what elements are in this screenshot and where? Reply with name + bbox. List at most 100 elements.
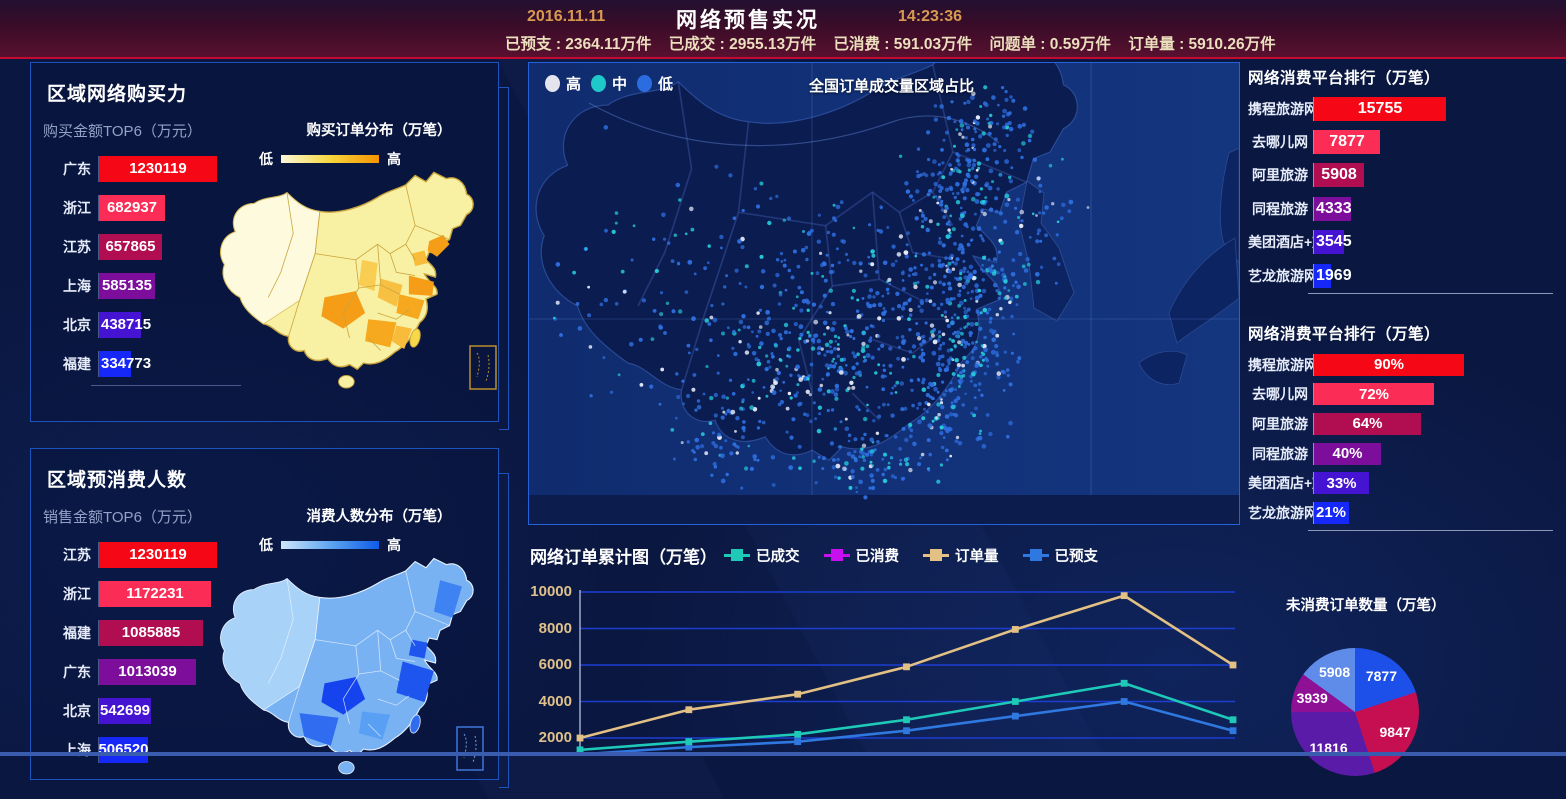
bar-track: 21% <box>1313 502 1566 524</box>
stat-value: 0.59万件 <box>1050 36 1111 53</box>
bar-value-label: 90% <box>1374 356 1404 373</box>
legend-item[interactable]: 已成交 <box>724 545 800 566</box>
bar: 585135 <box>99 273 155 299</box>
stat-label: 已消费 <box>833 36 880 53</box>
legend-item[interactable]: 已预支 <box>1023 545 1099 566</box>
stat-value: 2364.11万件 <box>565 36 651 53</box>
bar-value-label: 7877 <box>1329 133 1365 151</box>
bar-value-label: 657865 <box>105 238 155 255</box>
bar: 64% <box>1314 413 1421 435</box>
bar-value-label: 15755 <box>1358 100 1403 118</box>
bar-row: 美团酒店+旅游 33% <box>1248 468 1566 498</box>
bar-value-label: 682937 <box>107 199 157 216</box>
stat-label: 问题单 <box>989 36 1036 53</box>
legend-dot-icon <box>591 75 606 92</box>
panel-platform-rank-value: 网络消费平台排行（万笔） 携程旅游网 15755 去哪儿网 7877 <box>1248 62 1566 318</box>
legend-label: 已消费 <box>856 545 900 566</box>
bar-category-label: 上海 <box>37 740 98 760</box>
bar-value-label: 334773 <box>101 355 151 372</box>
bar-value-label: 1969 <box>1316 267 1352 285</box>
bar-category-label: 浙江 <box>37 584 98 604</box>
line-chart-title: 网络订单累计图（万笔） <box>530 543 717 568</box>
pie-slice-label: 9847 <box>1380 724 1411 740</box>
panel-subtitle: 销售金额TOP6（万元） <box>43 506 202 527</box>
map-subtitle: 购买订单分布（万笔） <box>259 119 499 140</box>
bar-category-label: 携程旅游网 <box>1248 99 1313 119</box>
bar-row: 同程旅游 4333 <box>1248 192 1566 225</box>
bar-track: 1969 <box>1313 264 1566 288</box>
bar-chart-platform-value: 携程旅游网 15755 去哪儿网 7877 阿里旅游 <box>1248 92 1566 292</box>
panel-national-order-map: 高 中 低 全国订单成交量区域占比 <box>528 62 1240 525</box>
bar-category-label: 北京 <box>37 315 98 335</box>
bar: 1230119 <box>99 542 217 568</box>
scatter-map <box>529 63 1239 524</box>
bar-value-label: 64% <box>1352 415 1382 432</box>
bar: 334773 <box>99 351 131 377</box>
south-sea-inset <box>456 726 484 771</box>
bar-value-label: 4333 <box>1316 200 1352 218</box>
bar-category-label: 美团酒店+旅游 <box>1248 473 1313 493</box>
legend-item[interactable]: 低 <box>637 73 673 94</box>
header-time: 14:23:36 <box>898 8 962 26</box>
bar-category-label: 上海 <box>37 276 98 296</box>
bar: 1969 <box>1314 264 1331 288</box>
south-sea-inset <box>469 345 497 390</box>
bar-category-label: 去哪儿网 <box>1248 384 1313 404</box>
bar-category-label: 阿里旅游 <box>1248 414 1313 434</box>
bar-track: 7877 <box>1313 130 1566 154</box>
panel-title: 区域预消费人数 <box>47 465 187 492</box>
stat-value: 2955.13万件 <box>729 36 816 53</box>
legend-item[interactable]: 订单量 <box>923 545 999 566</box>
bar-value-label: 40% <box>1332 445 1362 462</box>
bar-track: 33% <box>1313 472 1566 494</box>
panel-unconsumed-orders: 未消费订单数量（万笔） 787798471181639395908 <box>1248 560 1566 756</box>
bar-category-label: 广东 <box>37 662 98 682</box>
bar-value-label: 585135 <box>102 277 152 294</box>
bar: 5908 <box>1314 163 1364 187</box>
legend-item[interactable]: 中 <box>591 73 627 94</box>
map-subtitle: 消费人数分布（万笔） <box>259 505 499 526</box>
bar-track: 3545 <box>1313 230 1566 254</box>
bar-value-label: 21% <box>1316 504 1346 521</box>
panel-order-accumulation: 网络订单累计图（万笔） 已成交 已消费 订单量 已预支 100008000600… <box>528 535 1238 756</box>
bar-value-label: 1172231 <box>126 585 184 602</box>
bar-row: 美团酒店+旅游 3545 <box>1248 226 1566 259</box>
bar-track: 72% <box>1313 383 1566 405</box>
panel-title: 网络消费平台排行（万笔） <box>1248 322 1440 344</box>
bar-row: 去哪儿网 7877 <box>1248 125 1566 158</box>
legend-dot-icon <box>637 75 652 92</box>
pie-slice-label: 5908 <box>1319 664 1350 680</box>
bar: 438715 <box>99 312 141 338</box>
stat-label: 已预支 <box>505 36 552 53</box>
legend-dot-icon <box>545 75 560 92</box>
header-stat: 订单量 : 5910.26万件 <box>1128 36 1275 53</box>
bar-value-label: 1013039 <box>118 663 176 680</box>
panel-platform-rank-percent: 网络消费平台排行（万笔） 携程旅游网 90% 去哪儿网 72% <box>1248 318 1566 554</box>
bar: 682937 <box>99 195 165 221</box>
legend-label: 低 <box>658 73 673 94</box>
pie-chart-title: 未消费订单数量（万笔） <box>1286 594 1446 615</box>
bottom-edge-line <box>0 752 1566 756</box>
bar-value-label: 542699 <box>100 702 150 719</box>
bar-value-label: 72% <box>1359 386 1389 403</box>
bar-category-label: 艺龙旅游网 <box>1248 266 1313 286</box>
bar-chart-platform-percent: 携程旅游网 90% 去哪儿网 72% 阿里旅游 <box>1248 350 1566 528</box>
legend-label: 高 <box>566 73 581 94</box>
bar-row: 同程旅游 40% <box>1248 439 1566 469</box>
legend-item[interactable]: 高 <box>545 73 581 94</box>
legend-item[interactable]: 已消费 <box>824 545 900 566</box>
panel-regional-consumers: 区域预消费人数 销售金额TOP6（万元） 江苏 1230119 浙江 11722… <box>30 448 499 780</box>
bar-row: 艺龙旅游网 21% <box>1248 498 1566 528</box>
bar-value-label: 1230119 <box>129 160 187 177</box>
page-title: 网络预售实况 <box>676 4 820 34</box>
bar-category-label: 福建 <box>37 623 98 643</box>
header-stat: 问题单 : 0.59万件 <box>989 36 1110 53</box>
bar-row: 携程旅游网 15755 <box>1248 92 1566 125</box>
header-bar: 2016.11.11 网络预售实况 14:23:36 已预支 : 2364.11… <box>0 0 1566 59</box>
legend-label: 订单量 <box>955 545 999 566</box>
gradient-bar <box>281 541 379 549</box>
bar-value-label: 33% <box>1326 475 1356 492</box>
bar: 72% <box>1314 383 1434 405</box>
header-stat: 已消费 : 591.03万件 <box>833 36 972 53</box>
bar: 7877 <box>1314 130 1380 154</box>
